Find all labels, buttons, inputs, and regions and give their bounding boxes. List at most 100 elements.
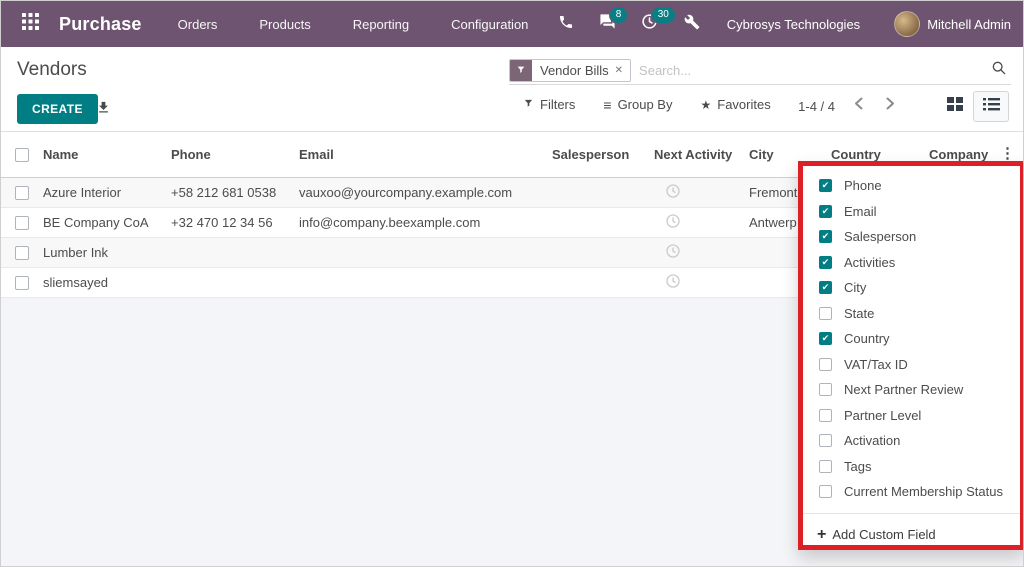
dropdown-item-label: Email xyxy=(844,203,877,219)
cell-next-activity xyxy=(654,243,749,262)
dropdown-item-label: Country xyxy=(844,331,890,347)
dropdown-item-label: VAT/Tax ID xyxy=(844,356,908,372)
column-checkbox[interactable] xyxy=(819,332,832,346)
odoo-window: Purchase Orders Products Reporting Confi… xyxy=(0,0,1024,567)
messages-button[interactable]: 8 xyxy=(595,6,629,37)
dropdown-item[interactable]: VAT/Tax ID xyxy=(803,352,1020,378)
column-checkbox[interactable] xyxy=(819,255,832,269)
menu-configuration[interactable]: Configuration xyxy=(451,17,528,32)
favorites-label: Favorites xyxy=(717,97,771,112)
dropdown-item[interactable]: Phone xyxy=(803,173,1020,199)
cell-email: info@company.beexample.com xyxy=(299,215,481,230)
pager-previous-button[interactable] xyxy=(849,97,867,115)
column-checkbox[interactable] xyxy=(819,459,832,473)
cell-email: vauxoo@yourcompany.example.com xyxy=(299,185,513,200)
menu-reporting[interactable]: Reporting xyxy=(353,17,409,32)
dropdown-item[interactable]: Email xyxy=(803,199,1020,225)
cell-phone: +58 212 681 0538 xyxy=(171,185,277,200)
group-by-button[interactable]: ≡ Group By xyxy=(603,97,672,112)
funnel-icon xyxy=(516,62,526,80)
row-checkbox[interactable] xyxy=(15,185,29,200)
cell-name: BE Company CoA xyxy=(43,215,149,230)
activity-clock-icon[interactable] xyxy=(665,243,681,262)
kanban-view-button[interactable] xyxy=(937,91,973,122)
column-checkbox[interactable] xyxy=(819,383,832,397)
active-company[interactable]: Cybrosys Technologies xyxy=(727,17,860,32)
column-header-city[interactable]: City xyxy=(749,147,831,162)
column-checkbox[interactable] xyxy=(819,408,832,422)
apps-grid-icon xyxy=(21,13,39,35)
debug-tools-button[interactable] xyxy=(679,11,705,37)
activities-button[interactable]: 30 xyxy=(637,6,676,37)
filters-label: Filters xyxy=(540,97,576,112)
pager-next-button[interactable] xyxy=(881,97,899,115)
dropdown-item-label: Tags xyxy=(844,458,872,474)
column-header-country[interactable]: Country xyxy=(831,147,929,162)
activity-clock-icon[interactable] xyxy=(665,273,681,292)
dropdown-item[interactable]: State xyxy=(803,301,1020,327)
dropdown-item-label: Phone xyxy=(844,178,882,194)
menu-orders[interactable]: Orders xyxy=(178,17,218,32)
activities-badge: 30 xyxy=(650,6,676,24)
dropdown-item-label: City xyxy=(844,280,867,296)
top-navbar: Purchase Orders Products Reporting Confi… xyxy=(1,1,1023,47)
cell-name: Azure Interior xyxy=(43,185,122,200)
dropdown-item-label: Partner Level xyxy=(844,407,922,423)
row-checkbox[interactable] xyxy=(15,275,29,290)
dropdown-item[interactable]: City xyxy=(803,275,1020,301)
filters-funnel-icon xyxy=(523,97,534,112)
column-header-email[interactable]: Email xyxy=(299,147,552,162)
column-checkbox[interactable] xyxy=(819,230,832,244)
export-button[interactable] xyxy=(93,100,113,120)
user-menu[interactable]: Mitchell Admin xyxy=(927,17,1011,32)
column-checkbox[interactable] xyxy=(819,434,832,448)
cell-next-activity xyxy=(654,183,749,202)
dropdown-item[interactable]: Current Membership Status xyxy=(803,479,1020,505)
row-checkbox[interactable] xyxy=(15,245,29,260)
apps-menu-button[interactable] xyxy=(15,9,45,39)
view-switcher xyxy=(937,91,1009,122)
search-bar: Vendor Bills ✕ xyxy=(509,57,1011,85)
app-brand[interactable]: Purchase xyxy=(59,14,142,35)
dropdown-item[interactable]: Activation xyxy=(803,428,1020,454)
column-checkbox[interactable] xyxy=(819,179,832,193)
dropdown-item[interactable]: Tags xyxy=(803,454,1020,480)
column-checkbox[interactable] xyxy=(819,306,832,320)
dropdown-item-label: State xyxy=(844,305,875,321)
group-by-label: Group By xyxy=(617,97,673,112)
add-custom-field-button[interactable]: + Add Custom Field xyxy=(803,518,1020,546)
user-avatar[interactable] xyxy=(894,11,921,37)
activity-clock-icon[interactable] xyxy=(665,213,681,232)
dropdown-item[interactable]: Partner Level xyxy=(803,403,1020,429)
column-checkbox[interactable] xyxy=(819,204,832,218)
column-header-phone[interactable]: Phone xyxy=(171,147,299,162)
dropdown-item[interactable]: Next Partner Review xyxy=(803,377,1020,403)
column-checkbox[interactable] xyxy=(819,485,832,499)
cell-name: Lumber Ink xyxy=(43,245,109,260)
plus-icon: + xyxy=(817,525,827,543)
select-all-checkbox[interactable] xyxy=(15,147,29,162)
search-submit-button[interactable] xyxy=(987,59,1011,83)
column-checkbox[interactable] xyxy=(819,357,832,371)
menu-products[interactable]: Products xyxy=(259,17,310,32)
voip-phone-button[interactable] xyxy=(553,11,579,37)
column-header-salesperson[interactable]: Salesperson xyxy=(552,147,654,162)
facet-remove-button[interactable]: ✕ xyxy=(612,60,631,81)
search-input[interactable] xyxy=(631,63,987,78)
dropdown-item[interactable]: Activities xyxy=(803,250,1020,276)
column-header-name[interactable]: Name xyxy=(43,147,171,162)
row-checkbox[interactable] xyxy=(15,215,29,230)
dropdown-item[interactable]: Salesperson xyxy=(803,224,1020,250)
column-header-next-activity[interactable]: Next Activity xyxy=(654,147,749,162)
dropdown-item[interactable]: Country xyxy=(803,326,1020,352)
list-view-button[interactable] xyxy=(973,91,1009,122)
add-custom-field-label: Add Custom Field xyxy=(832,527,936,542)
column-header-company[interactable]: Company xyxy=(929,147,1011,162)
activity-clock-icon[interactable] xyxy=(665,183,681,202)
filters-button[interactable]: Filters xyxy=(523,97,575,112)
create-button[interactable]: CREATE xyxy=(17,94,98,124)
column-checkbox[interactable] xyxy=(819,281,832,295)
favorites-button[interactable]: ★ Favorites xyxy=(700,97,770,112)
optional-columns-toggle[interactable]: ⋮ xyxy=(1000,146,1015,161)
dropdown-item-label: Activities xyxy=(844,254,896,270)
